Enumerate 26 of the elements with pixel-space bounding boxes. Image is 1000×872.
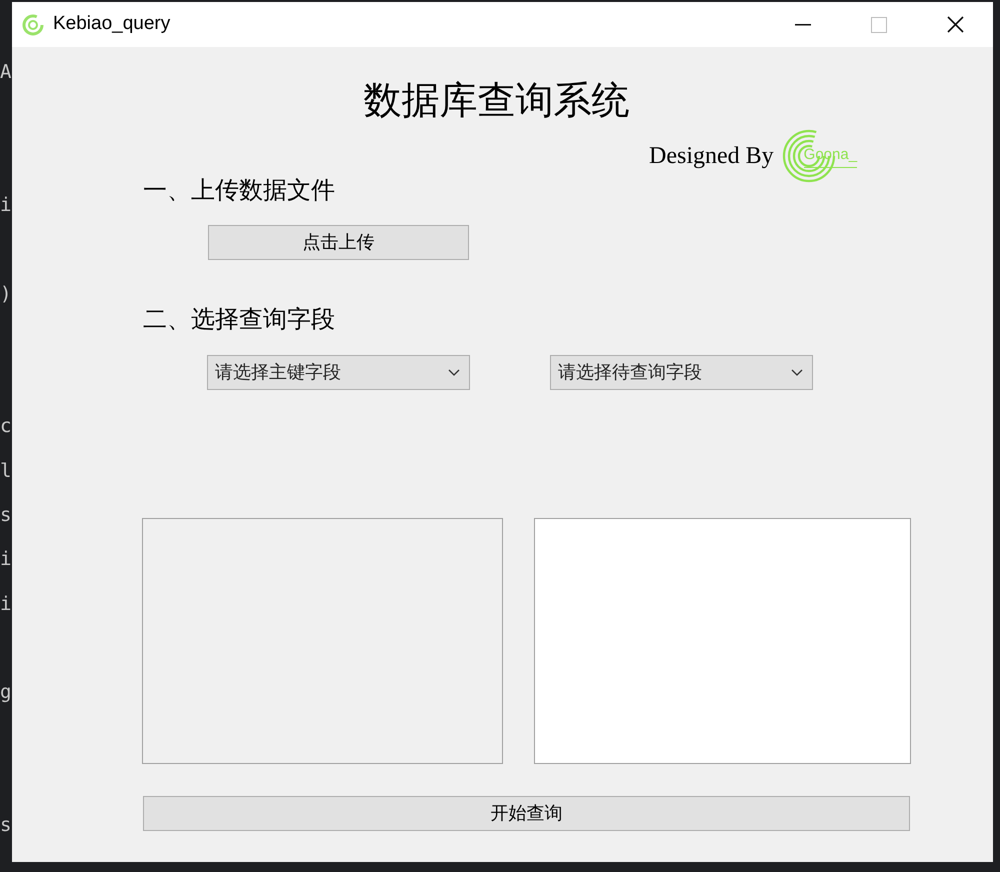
chevron-down-icon <box>448 369 460 376</box>
dropdown[interactable]: 请选择待查询字段 <box>550 355 813 390</box>
chevron-down-icon <box>791 369 803 376</box>
code-fragment: i <box>0 547 12 572</box>
code-fragment: g <box>0 680 12 706</box>
window-title: Kebiao_query <box>53 12 170 36</box>
minimize-icon <box>795 24 811 26</box>
code-fragment: A <box>0 60 12 85</box>
section-label: 二、选择查询字段 <box>143 305 335 335</box>
designer-credit: Designed By <box>649 142 774 171</box>
code-fragment: i <box>0 592 12 617</box>
app-logo-icon <box>22 14 44 36</box>
dropdown[interactable]: 请选择主键字段 <box>207 355 470 390</box>
page-heading: 数据库查询系统 <box>364 79 630 124</box>
code-fragment: ) <box>0 282 12 306</box>
section-label: 一、上传数据文件 <box>143 176 335 206</box>
code-fragment: i <box>0 192 12 218</box>
upload-button[interactable]: 点击上传 <box>208 225 469 260</box>
close-icon <box>946 16 964 33</box>
query-button[interactable]: 开始查询 <box>143 796 910 831</box>
code-fragment: c <box>0 414 12 440</box>
code-fragment: s <box>0 813 12 838</box>
maximize-icon <box>871 16 887 32</box>
code-fragment: l <box>0 458 12 484</box>
code-fragment: s <box>0 503 12 528</box>
text-area[interactable] <box>534 518 911 764</box>
